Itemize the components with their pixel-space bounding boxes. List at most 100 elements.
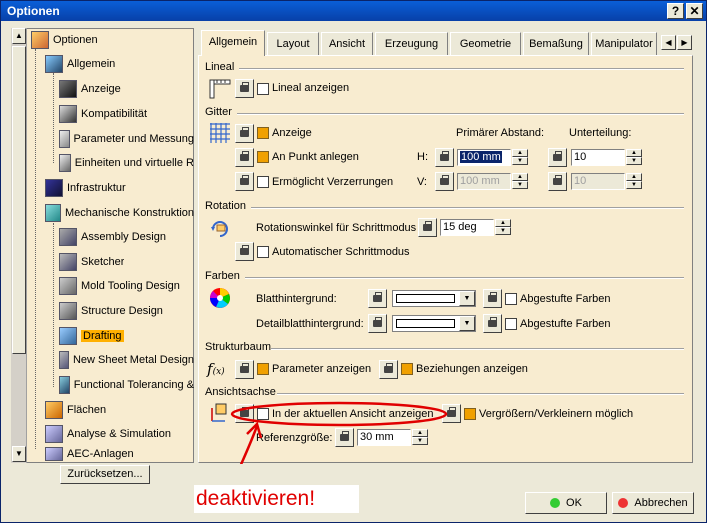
- tree-item-flaechen[interactable]: Flächen: [45, 400, 106, 420]
- tree-item-anzeige[interactable]: Anzeige: [59, 79, 121, 99]
- tree-item-assembly[interactable]: Assembly Design: [59, 227, 166, 247]
- lock-button[interactable]: [235, 148, 254, 167]
- tree-item-structure[interactable]: Structure Design: [59, 301, 163, 321]
- reference-size-input[interactable]: 30 mm: [357, 429, 411, 446]
- tree-item-analyse[interactable]: Analyse & Simulation: [45, 424, 171, 444]
- tab-allgemein[interactable]: Allgemein: [201, 30, 265, 56]
- gradient-label-1: Abgestufte Farben: [520, 293, 611, 305]
- sheet-background-color-dropdown[interactable]: ▼: [392, 290, 476, 307]
- lock-button[interactable]: [442, 404, 461, 423]
- tree-item-sheet-metal[interactable]: New Sheet Metal Design: [59, 350, 194, 370]
- tab-geometrie[interactable]: Geometrie: [450, 32, 521, 55]
- gradient-checkbox-1[interactable]: [505, 293, 517, 305]
- tree-item-mechanische[interactable]: Mechanische Konstruktion: [45, 203, 194, 223]
- v-subdivision-input[interactable]: 10: [571, 173, 625, 190]
- close-button[interactable]: ✕: [686, 3, 703, 19]
- tab-layout[interactable]: Layout: [267, 32, 319, 55]
- snap-to-point-checkbox[interactable]: [257, 151, 269, 163]
- detail-sheet-background-label: Detailblatthintergrund:: [256, 318, 364, 330]
- zoom-allowed-checkbox[interactable]: [464, 408, 476, 420]
- tree-item-einheiten[interactable]: Einheiten und virtuelle R: [59, 153, 194, 173]
- reset-button[interactable]: Zurücksetzen...: [60, 465, 150, 484]
- show-parameters-checkbox[interactable]: [257, 363, 269, 375]
- color-wheel-icon: [210, 288, 230, 308]
- show-in-current-view-checkbox[interactable]: [257, 408, 269, 420]
- tree-item-infrastruktur[interactable]: Infrastruktur: [45, 178, 126, 198]
- ok-button[interactable]: OK: [525, 492, 607, 514]
- lock-button[interactable]: [548, 148, 567, 167]
- ok-icon: [550, 498, 561, 508]
- lock-button[interactable]: [235, 404, 254, 423]
- h-spacing-stepper[interactable]: ▲ ▼: [512, 149, 528, 166]
- v-subdivision-stepper[interactable]: ▲ ▼: [626, 173, 642, 190]
- lock-button[interactable]: [435, 148, 454, 167]
- lock-button[interactable]: [235, 172, 254, 191]
- tree-label: Structure Design: [81, 305, 163, 317]
- h-subdivision-value: 10: [574, 151, 587, 163]
- lock-button[interactable]: [235, 360, 254, 379]
- reference-size-stepper[interactable]: ▲ ▼: [412, 429, 428, 446]
- divider: [245, 277, 684, 279]
- tree-item-mold[interactable]: Mold Tooling Design: [59, 276, 180, 296]
- tab-scroll-left-button[interactable]: ◀: [661, 35, 676, 50]
- lock-button[interactable]: [483, 314, 502, 333]
- tree-item-parameter[interactable]: Parameter und Messung: [59, 129, 194, 149]
- tree-label: Einheiten und virtuelle R: [74, 157, 194, 169]
- lock-button[interactable]: [235, 242, 254, 261]
- tree-scrollbar[interactable]: ▲ ▼: [11, 28, 27, 463]
- lock-button[interactable]: [368, 314, 387, 333]
- lock-button[interactable]: [435, 172, 454, 191]
- aec-icon: [45, 447, 63, 461]
- v-spacing-input[interactable]: 100 mm: [457, 173, 511, 190]
- tree-item-allgemein[interactable]: Allgemein: [45, 54, 115, 74]
- lock-button[interactable]: [548, 172, 567, 191]
- tab-erzeugung[interactable]: Erzeugung: [375, 32, 448, 55]
- tree-item-sketcher[interactable]: Sketcher: [59, 252, 124, 272]
- lock-button[interactable]: [379, 360, 398, 379]
- section-title-lineal: Lineal: [205, 61, 235, 73]
- tree-item-aec[interactable]: AEC-Anlagen: [45, 447, 134, 461]
- help-button[interactable]: ?: [667, 3, 684, 19]
- lock-button[interactable]: [368, 289, 387, 308]
- scroll-up-button[interactable]: ▲: [12, 28, 26, 44]
- tree-item-optionen[interactable]: Optionen: [31, 30, 98, 50]
- tab-bemassung[interactable]: Bemaßung: [523, 32, 589, 55]
- lineal-checkbox[interactable]: [257, 83, 269, 95]
- compatibility-icon: [59, 105, 77, 123]
- tab-manipulator[interactable]: Manipulator: [591, 32, 657, 55]
- lock-button[interactable]: [335, 428, 354, 447]
- tree-label: Mechanische Konstruktion: [64, 207, 194, 219]
- tree-item-drafting[interactable]: Drafting: [59, 326, 124, 346]
- allow-distortion-checkbox[interactable]: [257, 176, 269, 188]
- detail-sheet-background-color-dropdown[interactable]: ▼: [392, 315, 476, 332]
- h-subdivision-stepper[interactable]: ▲ ▼: [626, 149, 642, 166]
- tree-item-tolerancing[interactable]: Functional Tolerancing &: [59, 375, 194, 395]
- tree-item-kompatibilitaet[interactable]: Kompatibilität: [59, 104, 147, 124]
- tab-scroll-right-button[interactable]: ▶: [677, 35, 692, 50]
- auto-step-checkbox[interactable]: [257, 246, 269, 258]
- gradient-checkbox-2[interactable]: [505, 318, 517, 330]
- reference-size-label: Referenzgröße:: [256, 432, 333, 444]
- section-title-rotation: Rotation: [205, 200, 246, 212]
- lock-button[interactable]: [483, 289, 502, 308]
- rotation-angle-input[interactable]: 15 deg: [440, 219, 494, 236]
- rotation-angle-stepper[interactable]: ▲ ▼: [495, 219, 511, 236]
- tree-label: Allgemein: [67, 58, 116, 70]
- grid-display-checkbox[interactable]: [257, 127, 269, 139]
- annotation-overlay: [230, 401, 448, 464]
- tab-bar: Allgemein Layout Ansicht Erzeugung Geome…: [198, 30, 693, 56]
- zoom-allowed-label: Vergrößern/Verkleinern möglich: [479, 408, 634, 420]
- h-subdivision-input[interactable]: 10: [571, 149, 625, 166]
- lock-button[interactable]: [418, 218, 437, 237]
- tab-ansicht[interactable]: Ansicht: [321, 32, 373, 55]
- gradient-label-2: Abgestufte Farben: [520, 318, 611, 330]
- scroll-thumb[interactable]: [12, 46, 26, 354]
- cancel-button[interactable]: Abbrechen: [612, 492, 694, 514]
- scroll-down-button[interactable]: ▼: [12, 446, 26, 462]
- tree-label: Optionen: [53, 34, 98, 46]
- lock-button[interactable]: [235, 124, 254, 143]
- h-spacing-input[interactable]: 100 mm: [457, 149, 511, 166]
- show-relations-checkbox[interactable]: [401, 363, 413, 375]
- v-spacing-stepper[interactable]: ▲ ▼: [512, 173, 528, 190]
- lock-button[interactable]: [235, 79, 254, 98]
